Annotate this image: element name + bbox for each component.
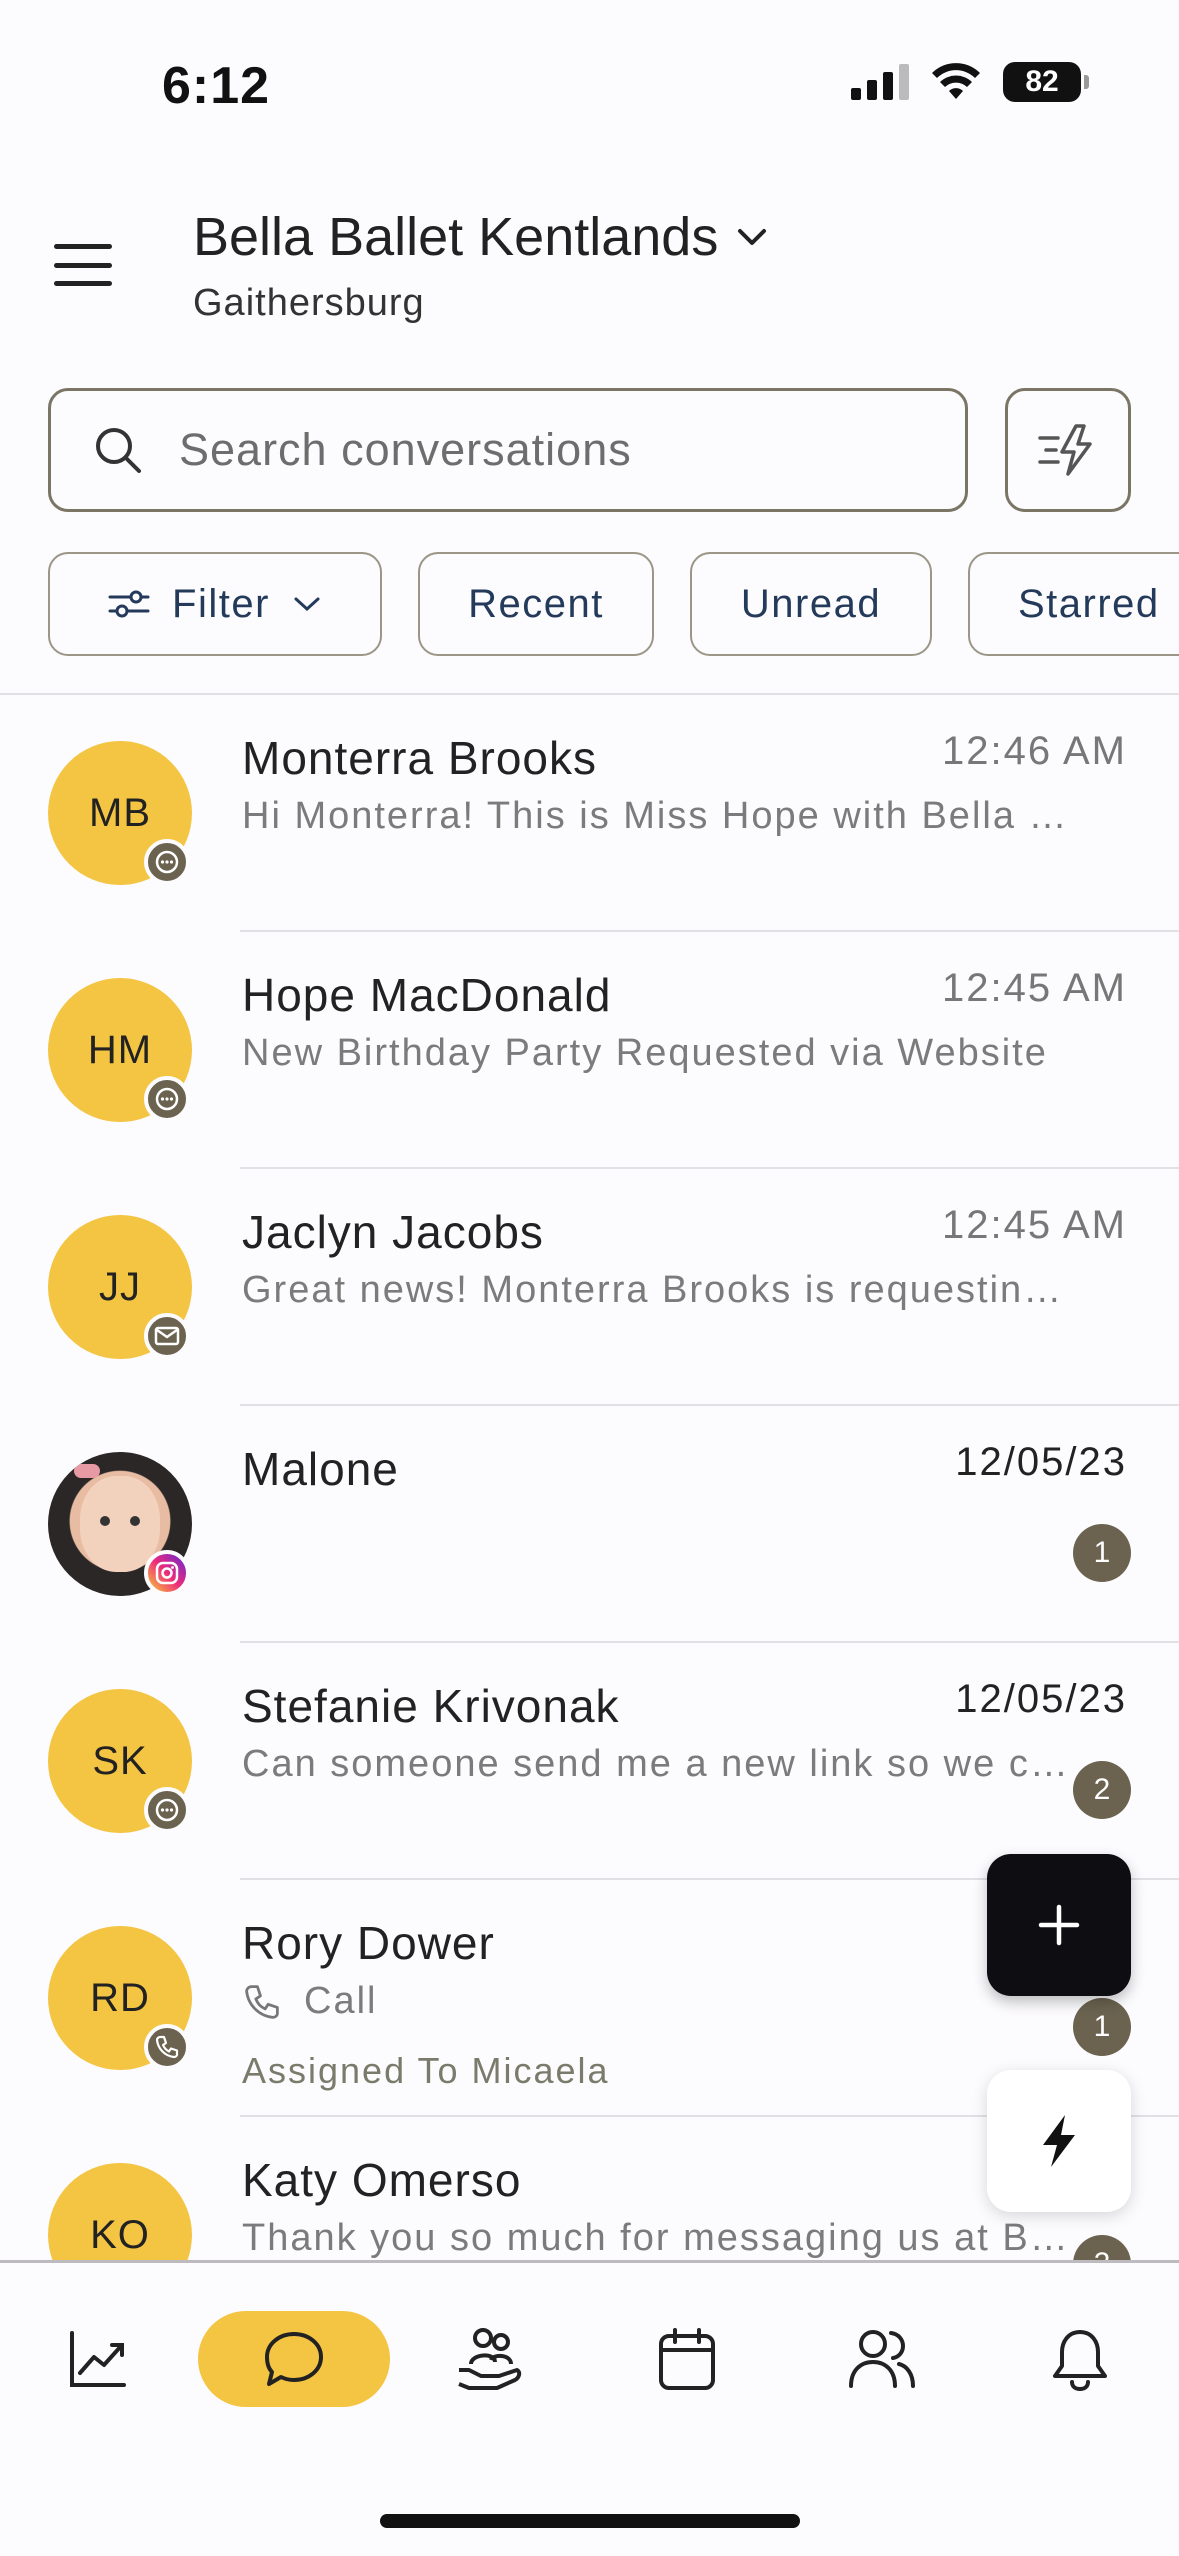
email-icon — [144, 1313, 190, 1359]
sms-icon — [144, 1076, 190, 1122]
unread-count-badge: 1 — [1073, 1524, 1131, 1582]
message-preview: Thank you so much for messaging us at Be… — [242, 2217, 1072, 2259]
conversation-row[interactable]: SK Stefanie Krivonak 12/05/23 Can someon… — [0, 1643, 1179, 1880]
calendar-icon — [659, 2328, 715, 2390]
unread-count-badge: 2 — [1073, 2235, 1131, 2260]
tab-notifications[interactable] — [1020, 2311, 1140, 2407]
assigned-label: Assigned To Micaela — [242, 2050, 610, 2091]
starred-chip[interactable]: Starred — [968, 552, 1179, 656]
location-name: Bella Ballet Kentlands — [193, 207, 719, 267]
baby-face — [80, 1476, 160, 1572]
message-time: 12/05/23 — [955, 1440, 1127, 1484]
conversation-row[interactable]: HM Hope MacDonald 12:45 AM New Birthday … — [0, 932, 1179, 1169]
avatar: KO — [48, 2163, 192, 2260]
message-time: 12:45 AM — [941, 966, 1127, 1010]
hair-bow — [74, 1464, 100, 1478]
search-box[interactable] — [48, 388, 968, 512]
tab-messages[interactable] — [198, 2311, 390, 2407]
location-switcher[interactable]: Bella Ballet Kentlands — [193, 206, 770, 268]
wifi-icon — [932, 63, 980, 99]
bottom-tab-bar — [0, 2260, 1179, 2556]
customers-care-icon — [458, 2328, 522, 2390]
message-preview: New Birthday Party Requested via Website — [242, 1032, 1048, 1074]
unread-count-badge: 2 — [1073, 1761, 1131, 1819]
filter-chips: Filter Recent Unread Starred — [48, 552, 1179, 656]
message-preview: Hi Monterra! This is Miss Hope with Bell… — [242, 795, 1072, 837]
sms-icon — [144, 1787, 190, 1833]
unread-count-badge: 1 — [1073, 1998, 1131, 2056]
new-conversation-button[interactable] — [987, 1854, 1131, 1996]
search-icon — [96, 428, 141, 473]
message-time: 12:46 AM — [941, 729, 1127, 773]
chevron-down-icon — [738, 229, 767, 245]
lightning-bolt-icon — [1043, 2115, 1075, 2167]
contact-name: Stefanie Krivonak — [242, 1680, 620, 1732]
conversation-list: MB Monterra Brooks 12:46 AM Hi Monterra!… — [0, 695, 1179, 2260]
instagram-icon — [144, 1550, 190, 1596]
conversation-row[interactable]: MB Monterra Brooks 12:46 AM Hi Monterra!… — [0, 695, 1179, 932]
contact-name: Monterra Brooks — [242, 732, 598, 784]
tab-contacts[interactable] — [822, 2311, 942, 2407]
unread-chip[interactable]: Unread — [690, 552, 932, 656]
message-time: 12/05/23 — [955, 1677, 1127, 1721]
call-preview: Call — [242, 1980, 1072, 2023]
conversation-row[interactable]: Malone 12/05/23 1 — [0, 1406, 1179, 1643]
contact-name: Rory Dower — [242, 1917, 495, 1969]
message-time: 12:45 AM — [941, 1203, 1127, 1247]
notifications-icon — [1053, 2330, 1107, 2392]
status-time: 6:12 — [162, 57, 271, 115]
location-subtitle: Gaithersburg — [193, 282, 425, 324]
contact-name: Katy Omerso — [242, 2154, 522, 2206]
battery-indicator: 82 — [1003, 62, 1089, 102]
phone-icon — [245, 1984, 279, 2019]
hamburger-menu-icon[interactable] — [52, 240, 114, 290]
contact-name: Jaclyn Jacobs — [242, 1206, 544, 1258]
tab-calendar[interactable] — [627, 2311, 747, 2407]
message-preview: Great news! Monterra Brooks is requestin… — [242, 1269, 1072, 1311]
status-bar: 6:12 82 — [0, 0, 1179, 150]
home-indicator — [380, 2514, 800, 2528]
sms-icon — [144, 839, 190, 885]
conversation-row[interactable]: JJ Jaclyn Jacobs 12:45 AM Great news! Mo… — [0, 1169, 1179, 1406]
recent-chip[interactable]: Recent — [418, 552, 654, 656]
sliders-icon — [108, 590, 150, 618]
quick-reply-button[interactable] — [987, 2070, 1131, 2212]
tab-analytics[interactable] — [38, 2311, 158, 2407]
contacts-icon — [849, 2330, 915, 2388]
header: Bella Ballet Kentlands Gaithersburg — [0, 190, 1179, 350]
message-preview: Can someone send me a new link so we can… — [242, 1743, 1072, 1785]
analytics-icon — [70, 2331, 126, 2387]
filter-chip-label: Filter — [172, 581, 270, 626]
messages-icon — [265, 2332, 323, 2386]
search-input[interactable] — [179, 424, 939, 476]
filter-chip[interactable]: Filter — [48, 552, 382, 656]
contact-name: Hope MacDonald — [242, 969, 612, 1021]
quick-actions-button[interactable] — [1005, 388, 1131, 512]
status-icons: 82 — [851, 62, 1089, 102]
chevron-down-icon — [294, 597, 320, 612]
bolt-lines-icon — [1038, 424, 1092, 476]
cellular-signal-icon — [851, 64, 909, 100]
plus-icon — [1038, 1904, 1080, 1946]
contact-name: Malone — [242, 1443, 399, 1495]
call-label: Call — [304, 1980, 378, 2022]
phone-icon — [144, 2024, 190, 2070]
tab-customers[interactable] — [430, 2311, 550, 2407]
